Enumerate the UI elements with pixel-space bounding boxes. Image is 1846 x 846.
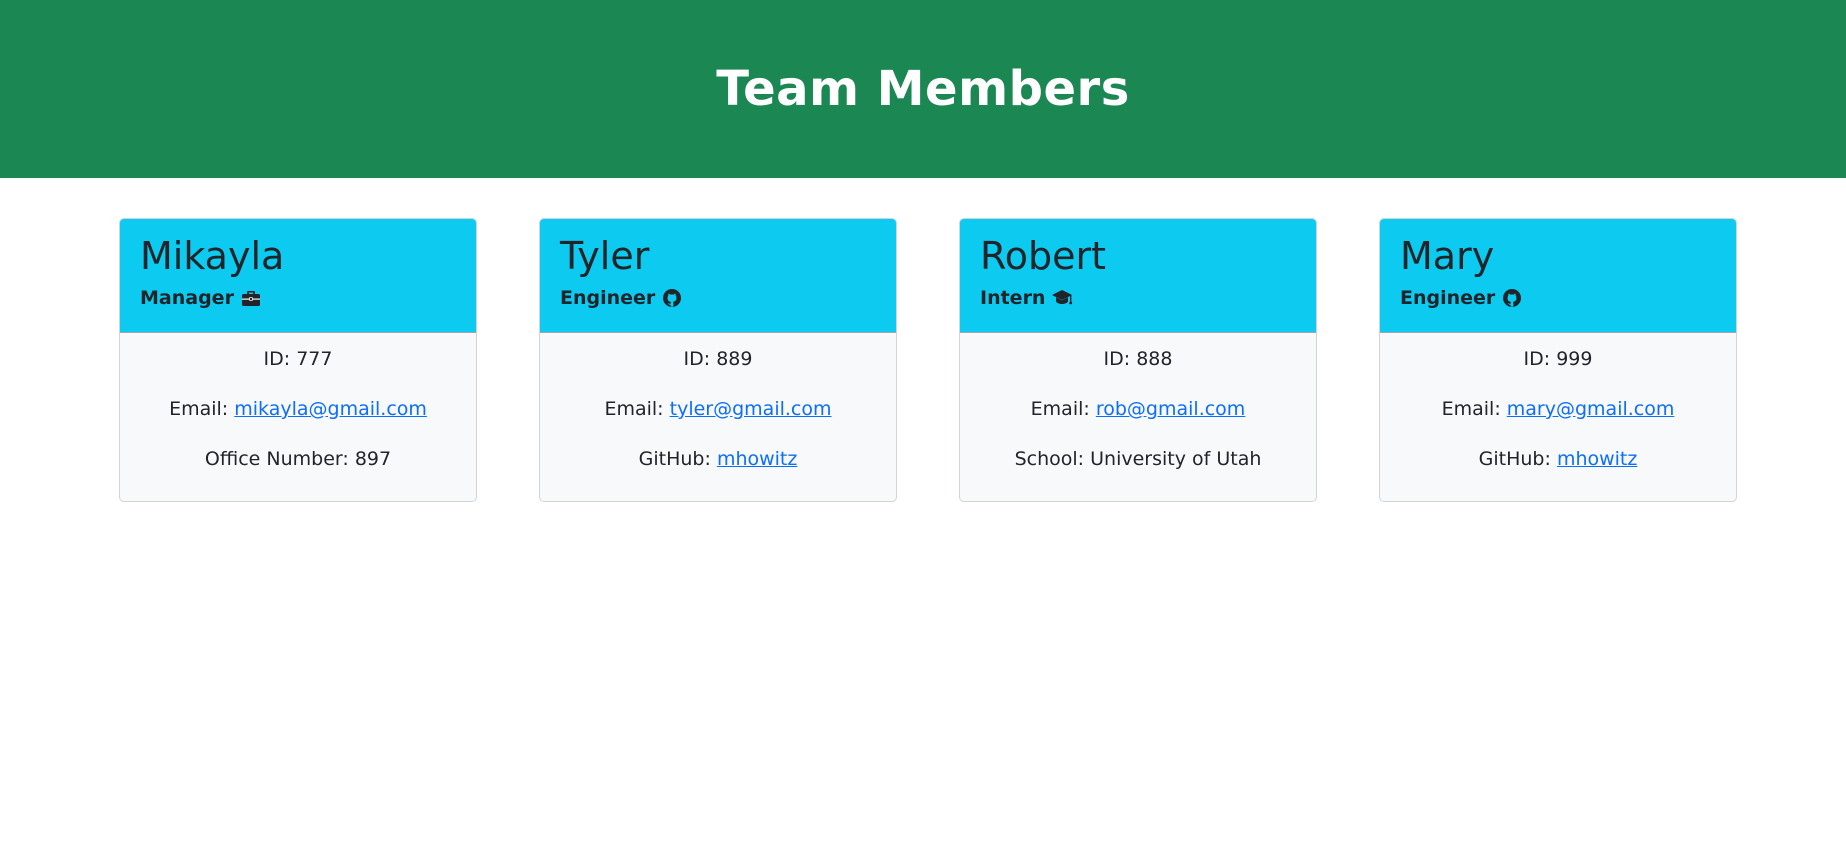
github-icon xyxy=(661,287,683,309)
card-header: Mary Engineer xyxy=(1380,219,1736,333)
card-header: Robert Intern xyxy=(960,219,1316,333)
card-body: ID: 888 Email: rob@gmail.com School: Uni… xyxy=(960,333,1316,497)
member-card-tyler: Tyler Engineer ID: 889 Email: tyler@gmai… xyxy=(539,218,897,502)
member-email: Email: mary@gmail.com xyxy=(1441,398,1675,420)
member-id: ID: 889 xyxy=(683,348,753,370)
graduation-cap-icon xyxy=(1051,287,1073,309)
member-office-number: Office Number: 897 xyxy=(204,448,392,470)
member-school: School: University of Utah xyxy=(1014,448,1262,470)
member-role-label: Manager xyxy=(140,287,234,309)
github-icon xyxy=(1501,287,1523,309)
card-header: Mikayla Manager xyxy=(120,219,476,333)
page-title: Team Members xyxy=(716,61,1130,117)
github-link[interactable]: mhowitz xyxy=(1557,448,1637,470)
briefcase-icon xyxy=(240,287,262,309)
email-link[interactable]: rob@gmail.com xyxy=(1096,398,1245,420)
card-body: ID: 889 Email: tyler@gmail.com GitHub: m… xyxy=(540,333,896,497)
email-link[interactable]: mikayla@gmail.com xyxy=(234,398,427,420)
member-name: Mikayla xyxy=(140,234,285,278)
member-role: Engineer xyxy=(560,287,896,309)
member-role-label: Intern xyxy=(980,287,1046,309)
member-github: GitHub: mhowitz xyxy=(1478,448,1638,470)
member-card-robert: Robert Intern ID: 888 Email: rob@gmail.c… xyxy=(959,218,1317,502)
page-header: Team Members xyxy=(0,0,1846,178)
member-email: Email: tyler@gmail.com xyxy=(604,398,832,420)
member-role: Manager xyxy=(140,287,476,309)
member-card-mary: Mary Engineer ID: 999 Email: mary@gmail.… xyxy=(1379,218,1737,502)
member-card-mikayla: Mikayla Manager ID: 777 Email: mikayla@g… xyxy=(119,218,477,502)
member-name: Robert xyxy=(980,234,1106,278)
email-link[interactable]: tyler@gmail.com xyxy=(670,398,832,420)
card-header: Tyler Engineer xyxy=(540,219,896,333)
member-id: ID: 999 xyxy=(1523,348,1593,370)
member-role-label: Engineer xyxy=(1400,287,1496,309)
member-id: ID: 777 xyxy=(263,348,333,370)
card-body: ID: 999 Email: mary@gmail.com GitHub: mh… xyxy=(1380,333,1736,497)
member-name: Tyler xyxy=(560,234,650,278)
member-id: ID: 888 xyxy=(1103,348,1173,370)
email-link[interactable]: mary@gmail.com xyxy=(1507,398,1675,420)
member-email: Email: mikayla@gmail.com xyxy=(169,398,427,420)
member-role: Intern xyxy=(980,287,1316,309)
member-name: Mary xyxy=(1400,234,1495,278)
github-link[interactable]: mhowitz xyxy=(717,448,797,470)
member-github: GitHub: mhowitz xyxy=(638,448,798,470)
member-role: Engineer xyxy=(1400,287,1736,309)
member-role-label: Engineer xyxy=(560,287,656,309)
member-email: Email: rob@gmail.com xyxy=(1030,398,1246,420)
card-body: ID: 777 Email: mikayla@gmail.com Office … xyxy=(120,333,476,497)
